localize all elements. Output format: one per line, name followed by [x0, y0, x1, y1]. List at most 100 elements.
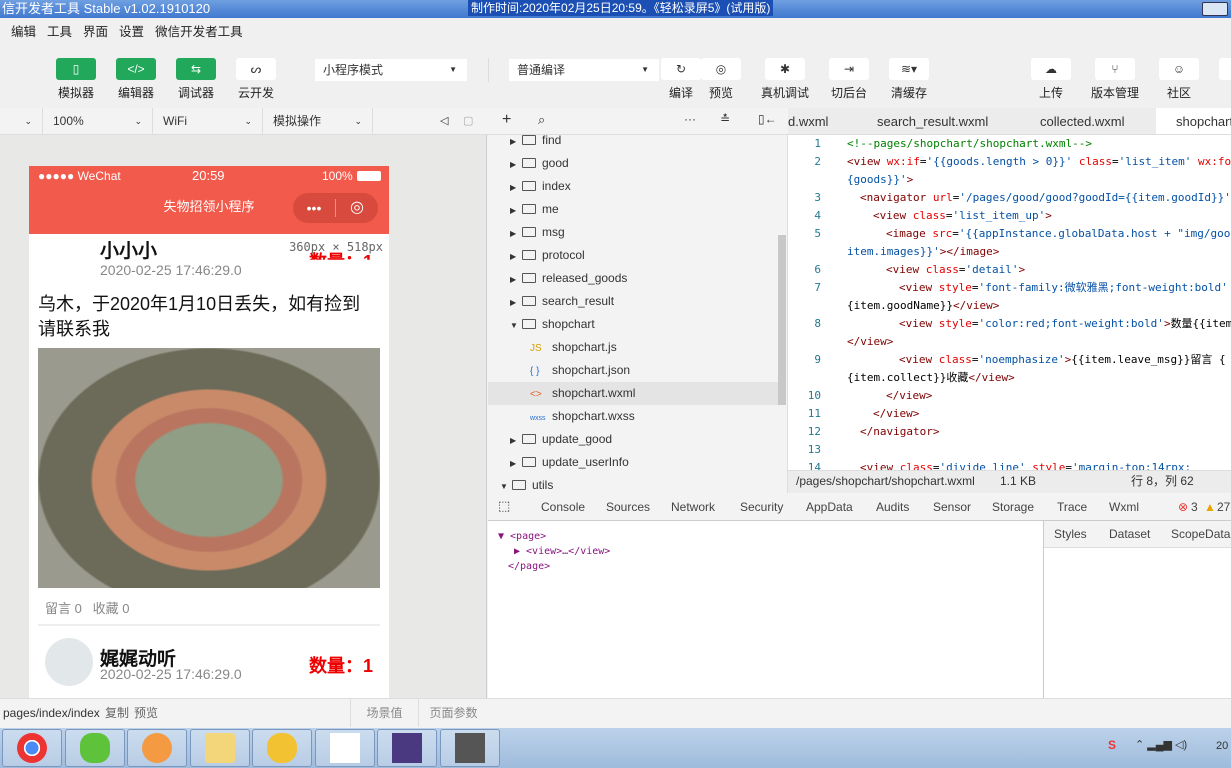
device-select[interactable]: ⌄ [0, 108, 43, 135]
toolbar-button[interactable]: 详 [1215, 58, 1231, 101]
toolbar-button[interactable]: </> 编辑器 [112, 58, 160, 101]
menu-item[interactable]: 界面 [83, 25, 108, 39]
menu-item[interactable]: 工具 [47, 25, 72, 39]
collapse-icon[interactable]: ≛ [720, 112, 730, 126]
line-number: 4 [814, 209, 821, 222]
toolbar-button[interactable]: ⇆ 调试器 [172, 58, 220, 101]
menu-item[interactable]: 设置 [119, 25, 144, 39]
devtools-tab[interactable]: AppData [806, 493, 853, 522]
file-tree-item[interactable]: ▶ update_userInfo [488, 451, 778, 474]
error-count[interactable]: 3 [1191, 493, 1198, 522]
clock[interactable]: 20 [1216, 740, 1228, 752]
editor-tab[interactable]: shopchart [1156, 108, 1231, 134]
search-icon[interactable]: ⌕ [538, 112, 545, 128]
filetree-scrollbar[interactable] [778, 235, 786, 405]
ime-icon[interactable]: S [1108, 738, 1116, 752]
file-tree-item[interactable]: ▶ released_goods [488, 267, 778, 290]
toolbar-button[interactable]: ᔕ 云开发 [232, 58, 280, 101]
file-tree-item[interactable]: ▶ search_result [488, 290, 778, 313]
preview-link[interactable]: 预览 [134, 699, 158, 727]
taskbar-app[interactable] [252, 729, 312, 767]
post-image[interactable] [38, 348, 380, 588]
tree-node-page[interactable]: ▼ <page> [498, 531, 546, 542]
minimize-button[interactable] [1202, 2, 1228, 16]
toggle-sidebar-icon[interactable]: ▯← [758, 112, 777, 126]
side-tab[interactable]: ScopeData [1171, 521, 1230, 548]
close-target-icon[interactable]: ◎ [336, 193, 378, 223]
file-tree-item[interactable]: ▶ update_good [488, 428, 778, 451]
file-tree-item[interactable]: ▶ me [488, 198, 778, 221]
devtools-tabs: ⬚ ⊗ 3 ▲ 27 Console Sources Network Security Ap… [488, 493, 1231, 524]
more-icon[interactable]: ··· [684, 112, 696, 126]
taskbar-app[interactable] [64, 729, 125, 767]
code-line: 2 <view wx:if='{{goods.length > 0}}' clas… [788, 153, 1231, 171]
code-line: item.images}}'></image> [788, 243, 1231, 261]
editor-tab[interactable]: collected.wxml [1040, 108, 1125, 134]
devtools-tab[interactable]: Sensor [933, 493, 971, 522]
devtools-tab[interactable]: Audits [876, 493, 909, 522]
warning-count[interactable]: 27 [1217, 493, 1230, 522]
file-tree-item[interactable]: ▼ utils [488, 474, 778, 493]
network-select[interactable]: WiFi ⌄ [153, 108, 263, 135]
window-icon[interactable]: ▢ [463, 114, 473, 127]
code-editor[interactable]: 1 <!--pages/shopchart/shopchart.wxml--> 2 <… [788, 135, 1231, 470]
devtools-tab[interactable]: Security [740, 493, 783, 522]
toolbar-button[interactable]: ⑂ 版本管理 [1091, 58, 1139, 101]
add-file-icon[interactable]: + [502, 111, 511, 129]
zoom-select[interactable]: 100% ⌄ [43, 108, 153, 135]
taskbar-app[interactable] [2, 729, 62, 767]
editor-tabs: d.wxml search_result.wxml collected.wxml sh… [788, 108, 1231, 135]
line-number: 14 [807, 461, 821, 470]
menu-item[interactable]: 微信开发者工具 [155, 25, 243, 39]
mode-select[interactable]: 小程序模式 ▼ [315, 59, 467, 81]
chevron-right-icon: ▶ [510, 229, 517, 238]
devtools-tab[interactable]: Network [671, 493, 715, 522]
toolbar-button[interactable]: ✱ 真机调试 [761, 58, 809, 101]
file-tree-item[interactable]: ▼ shopchart [488, 313, 778, 336]
taskbar-app[interactable] [314, 729, 375, 767]
wechat-icon [79, 733, 110, 763]
file-tree-item[interactable]: ▶ index [488, 175, 778, 198]
file-tree-item[interactable]: { } shopchart.json [488, 359, 778, 382]
file-tree-item[interactable]: <> shopchart.wxml [488, 382, 778, 405]
editor-tab[interactable]: d.wxml [788, 108, 828, 134]
menu-item[interactable]: 编辑 [11, 25, 36, 39]
capsule-menu[interactable]: ••• ◎ [293, 193, 378, 223]
side-tab[interactable]: Styles [1054, 521, 1087, 548]
taskbar-app[interactable] [189, 729, 250, 767]
file-tree-item[interactable]: wxss shopchart.wxss [488, 405, 778, 428]
toolbar-button[interactable]: ▯ 模拟器 [52, 58, 100, 101]
side-tab[interactable]: Dataset [1109, 521, 1150, 548]
devtools-tab[interactable]: Console [541, 493, 585, 522]
devtools-tab[interactable]: Wxml [1101, 493, 1147, 524]
devtools-tab[interactable]: Storage [992, 493, 1034, 522]
toolbar-button[interactable]: ⇥ 切后台 [825, 58, 873, 101]
file-tree-item[interactable]: ▶ good [488, 152, 778, 175]
file-tree-item[interactable]: ▶ msg [488, 221, 778, 244]
compile-select[interactable]: 普通编译 ▼ [509, 59, 659, 81]
toolbar-button[interactable]: ☺ 社区 [1155, 58, 1203, 101]
sound-icon[interactable]: ◁ [440, 114, 448, 127]
devtools-tab[interactable]: Trace [1057, 493, 1087, 522]
page-params-button[interactable]: 页面参数 [418, 699, 488, 727]
copy-link[interactable]: 复制 [105, 699, 129, 727]
inspect-element-icon[interactable]: ⬚ [498, 498, 510, 514]
scene-button[interactable]: 场景值 [350, 699, 418, 727]
devtools-tab[interactable]: Sources [606, 493, 650, 522]
taskbar-app[interactable] [439, 729, 500, 767]
editor-tab[interactable]: search_result.wxml [877, 108, 988, 134]
tray-icons[interactable]: ⌃ ▂▄▆ ◁) [1135, 738, 1187, 751]
taskbar-app[interactable] [127, 729, 187, 767]
chevron-down-icon: ▼ [500, 482, 508, 491]
tree-node-view[interactable]: ▶ <view>…</view> [514, 546, 610, 557]
post-card[interactable]: 小小小 2020-02-25 17:46:29.0 数量：1 360px × 5… [29, 234, 389, 694]
file-tree-item[interactable]: ▶ find [488, 135, 778, 152]
more-dots-icon[interactable]: ••• [293, 193, 335, 223]
file-tree-item[interactable]: ▶ protocol [488, 244, 778, 267]
sim-ops-select[interactable]: 模拟操作 ⌄ [263, 108, 373, 135]
taskbar-app[interactable] [377, 729, 437, 767]
toolbar-button[interactable]: ◎ 预览 [697, 58, 745, 101]
toolbar-button[interactable]: ≋▾ 清缓存 [885, 58, 933, 101]
file-tree-item[interactable]: JS shopchart.js [488, 336, 778, 359]
toolbar-button[interactable]: ☁ 上传 [1027, 58, 1075, 101]
